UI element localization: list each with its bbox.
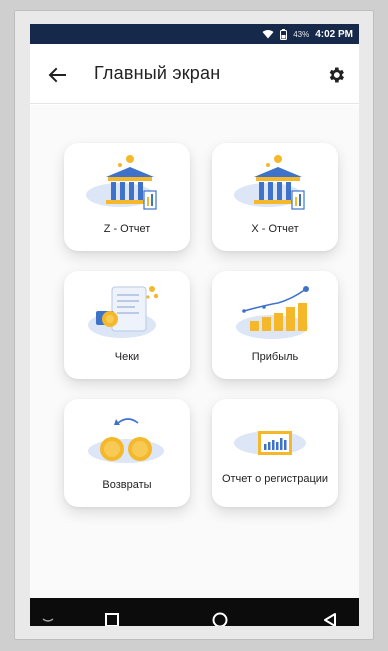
bank-report-icon — [234, 155, 305, 210]
phone-screen: 43% 4:02 PM Главный экран Z - Отчет X - … — [30, 24, 359, 626]
clock-time: 4:02 PM — [315, 28, 353, 40]
back-triangle-button[interactable] — [318, 608, 342, 626]
battery-percent: 43% — [293, 29, 310, 39]
tile-returns[interactable]: Возвраты — [64, 399, 190, 507]
tile-label: Отчет о регистрации — [221, 473, 329, 485]
gear-icon — [329, 67, 344, 83]
app-bar: Главный экран — [30, 44, 359, 104]
home-button[interactable] — [208, 608, 232, 626]
profit-chart-icon — [236, 286, 309, 339]
tile-z-report[interactable]: Z - Отчет — [64, 143, 190, 251]
tile-label: Возвраты — [102, 479, 152, 491]
recent-apps-button[interactable] — [100, 608, 124, 626]
back-triangle-icon — [324, 613, 336, 626]
back-nav-icon — [42, 618, 54, 622]
battery-icon — [280, 28, 288, 40]
tile-label: Чеки — [114, 351, 140, 363]
bank-report-icon — [86, 155, 157, 210]
registration-chart-icon — [234, 431, 306, 455]
page-title: Главный экран — [94, 63, 221, 83]
back-arrow-icon — [48, 67, 66, 83]
android-nav-bar — [30, 598, 359, 626]
tile-profit[interactable]: Прибыль — [212, 271, 338, 379]
receipts-icon — [88, 286, 159, 338]
home-icon — [212, 612, 228, 626]
settings-button[interactable] — [323, 62, 349, 88]
recent-apps-icon — [105, 613, 119, 626]
tile-label: Прибыль — [251, 351, 299, 363]
tile-label: Z - Отчет — [103, 223, 151, 235]
tile-receipts[interactable]: Чеки — [64, 271, 190, 379]
device-frame: 43% 4:02 PM Главный экран Z - Отчет X - … — [14, 10, 374, 640]
back-button[interactable] — [44, 62, 70, 88]
status-bar: 43% 4:02 PM — [30, 24, 359, 44]
coin-return-icon — [88, 418, 164, 463]
wifi-icon — [262, 29, 274, 39]
tile-label: X - Отчет — [251, 223, 299, 235]
main-content: Z - Отчет X - Отчет Чеки Прибыль Возврат… — [30, 105, 359, 598]
back-nav-button[interactable] — [36, 608, 60, 626]
tile-x-report[interactable]: X - Отчет — [212, 143, 338, 251]
tile-registration-report[interactable]: Отчет о регистрации — [212, 399, 338, 507]
